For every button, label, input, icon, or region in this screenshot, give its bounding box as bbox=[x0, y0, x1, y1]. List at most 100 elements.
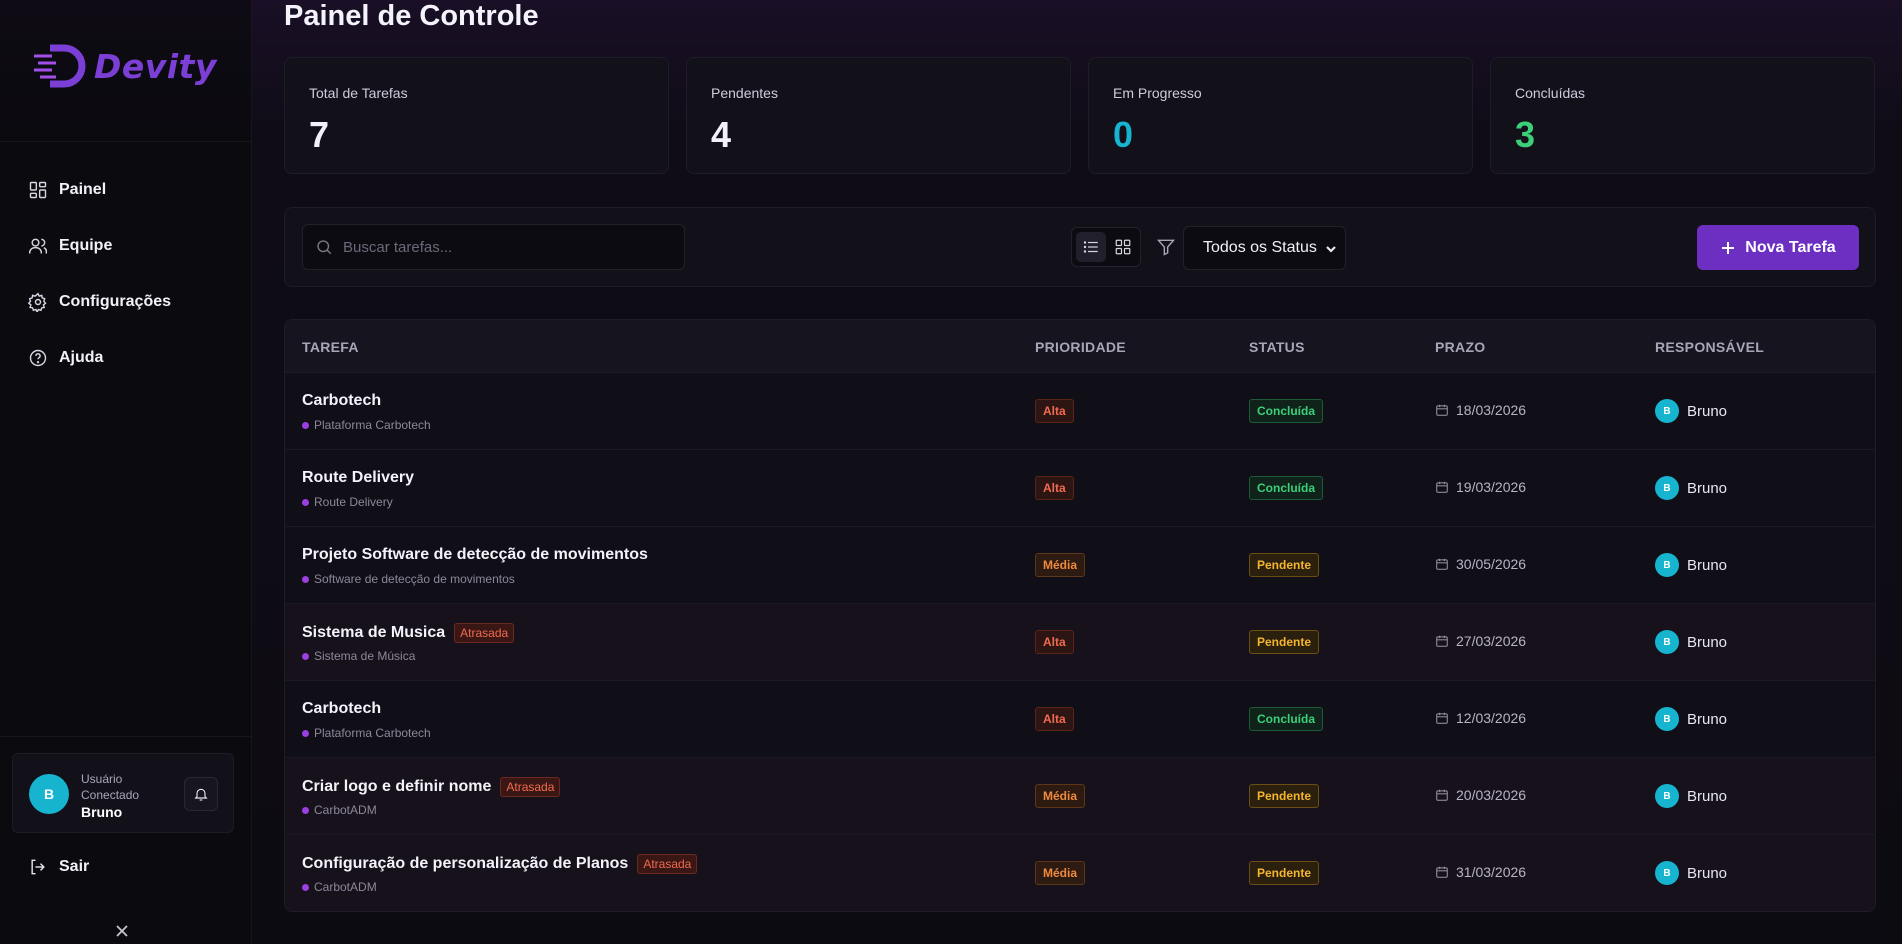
column-header-task[interactable]: TAREFA bbox=[302, 339, 359, 355]
column-header-assignee[interactable]: RESPONSÁVEL bbox=[1655, 339, 1764, 355]
due-date: 20/03/2026 bbox=[1435, 787, 1526, 803]
due-date-text: 31/03/2026 bbox=[1456, 864, 1527, 880]
sidebar-item-ajuda[interactable]: Ajuda bbox=[0, 336, 251, 380]
users-icon bbox=[28, 238, 48, 254]
overdue-badge: Atrasada bbox=[637, 854, 698, 874]
list-view-button[interactable] bbox=[1076, 232, 1106, 262]
table-row[interactable]: Criar logo e definir nome Atrasada Carbo… bbox=[285, 758, 1875, 835]
task-title[interactable]: Configuração de personalização de Planos… bbox=[302, 854, 698, 874]
task-project: Route Delivery bbox=[302, 495, 393, 509]
sidebar-item-label: Ajuda bbox=[59, 349, 104, 366]
assignee-name: Bruno bbox=[1687, 402, 1728, 420]
project-dot-icon bbox=[302, 421, 309, 429]
column-header-due[interactable]: PRAZO bbox=[1435, 339, 1486, 355]
table-row[interactable]: Carbotech Plataforma Carbotech Alta Conc… bbox=[285, 373, 1875, 450]
overdue-badge: Atrasada bbox=[500, 777, 561, 797]
task-title[interactable]: Carbotech bbox=[302, 392, 381, 410]
user-card: B Usuário Conectado Bruno bbox=[12, 753, 234, 833]
task-project-name: Plataforma Carbotech bbox=[314, 726, 431, 740]
sidebar-item-label: Painel bbox=[59, 181, 107, 198]
sidebar-item-configuracoes[interactable]: Configurações bbox=[0, 280, 251, 324]
stat-card-pending: Pendentes 4 bbox=[686, 57, 1071, 174]
logout-button[interactable]: Sair bbox=[28, 857, 89, 877]
table-row[interactable]: Configuração de personalização de Planos… bbox=[285, 835, 1875, 911]
overdue-badge: Atrasada bbox=[454, 623, 515, 643]
search-input[interactable] bbox=[343, 238, 663, 256]
task-title-text: Criar logo e definir nome bbox=[302, 778, 492, 795]
stat-value: 0 bbox=[1113, 114, 1134, 155]
project-dot-icon bbox=[302, 729, 309, 737]
assignee-name: Bruno bbox=[1687, 633, 1728, 651]
stat-card-total: Total de Tarefas 7 bbox=[284, 57, 669, 174]
search-box bbox=[302, 224, 685, 270]
status-badge[interactable]: Pendente bbox=[1249, 784, 1320, 808]
grid-view-button[interactable] bbox=[1108, 232, 1138, 262]
task-project: Plataforma Carbotech bbox=[302, 418, 431, 432]
table-row[interactable]: Carbotech Plataforma Carbotech Alta Conc… bbox=[285, 681, 1875, 758]
status-badge[interactable]: Pendente bbox=[1249, 861, 1320, 885]
task-title[interactable]: Route Delivery bbox=[302, 469, 414, 487]
stat-label: Em Progresso bbox=[1113, 85, 1202, 101]
table-row[interactable]: Route Delivery Route Delivery Alta Concl… bbox=[285, 450, 1875, 527]
task-title-text: Route Delivery bbox=[302, 469, 415, 486]
sidebar: Devity Painel Equipe Configurações Ajuda… bbox=[0, 0, 252, 944]
task-title[interactable]: Carbotech bbox=[302, 700, 381, 718]
sidebar-item-painel[interactable]: Painel bbox=[0, 168, 251, 212]
task-project-name: Plataforma Carbotech bbox=[314, 418, 431, 432]
devity-logo[interactable]: Devity bbox=[32, 44, 217, 88]
status-badge[interactable]: Concluída bbox=[1249, 707, 1324, 731]
project-dot-icon bbox=[302, 498, 309, 506]
status-filter-select[interactable]: Todos os Status bbox=[1183, 226, 1346, 270]
avatar: B bbox=[1655, 399, 1679, 423]
task-table: TAREFA PRIORIDADE STATUS PRAZO RESPONSÁV… bbox=[284, 319, 1876, 912]
view-toggle bbox=[1071, 227, 1141, 267]
sidebar-item-equipe[interactable]: Equipe bbox=[0, 224, 251, 268]
close-sidebar-button[interactable] bbox=[114, 923, 134, 943]
task-project-name: Software de detecção de movimentos bbox=[314, 572, 515, 586]
plus-icon bbox=[1722, 241, 1735, 254]
table-row[interactable]: Projeto Software de detecção de moviment… bbox=[285, 527, 1875, 604]
due-date: 30/05/2026 bbox=[1435, 556, 1526, 572]
stat-value: 3 bbox=[1515, 114, 1536, 155]
sidebar-footer: B Usuário Conectado Bruno Sair bbox=[0, 736, 251, 937]
page-title: Painel de Controle bbox=[284, 0, 539, 32]
logo-area: Devity bbox=[0, 0, 251, 142]
task-title[interactable]: Projeto Software de detecção de moviment… bbox=[302, 546, 648, 564]
assignee: B Bruno bbox=[1655, 630, 1727, 654]
stat-card-completed: Concluídas 3 bbox=[1490, 57, 1875, 174]
sidebar-nav: Painel Equipe Configurações Ajuda bbox=[0, 168, 251, 392]
logout-label: Sair bbox=[59, 858, 90, 875]
assignee-name: Bruno bbox=[1687, 710, 1728, 728]
table-row[interactable]: Sistema de Musica Atrasada Sistema de Mú… bbox=[285, 604, 1875, 681]
new-task-label: Nova Tarefa bbox=[1745, 238, 1836, 256]
task-title-text: Carbotech bbox=[302, 392, 382, 409]
priority-badge: Alta bbox=[1035, 476, 1074, 500]
priority-badge: Média bbox=[1035, 553, 1086, 577]
status-badge[interactable]: Pendente bbox=[1249, 553, 1320, 577]
task-title[interactable]: Sistema de Musica Atrasada bbox=[302, 623, 515, 643]
column-header-status[interactable]: STATUS bbox=[1249, 339, 1305, 355]
new-task-button[interactable]: Nova Tarefa bbox=[1697, 225, 1859, 270]
dashboard-icon bbox=[29, 181, 47, 199]
task-title-text: Sistema de Musica bbox=[302, 624, 446, 641]
task-project: CarbotADM bbox=[302, 880, 377, 894]
task-project-name: Sistema de Música bbox=[314, 649, 416, 663]
stat-label: Concluídas bbox=[1515, 85, 1586, 101]
calendar-icon bbox=[1436, 558, 1448, 570]
status-badge[interactable]: Pendente bbox=[1249, 630, 1320, 654]
task-project: Plataforma Carbotech bbox=[302, 726, 431, 740]
column-header-priority[interactable]: PRIORIDADE bbox=[1035, 339, 1126, 355]
filter-icon bbox=[1156, 237, 1176, 262]
priority-badge: Média bbox=[1035, 861, 1086, 885]
assignee: B Bruno bbox=[1655, 861, 1727, 885]
status-badge[interactable]: Concluída bbox=[1249, 399, 1324, 423]
due-date-text: 20/03/2026 bbox=[1456, 787, 1527, 803]
status-badge[interactable]: Concluída bbox=[1249, 476, 1324, 500]
notifications-button[interactable] bbox=[184, 777, 218, 811]
task-title[interactable]: Criar logo e definir nome Atrasada bbox=[302, 777, 561, 797]
assignee: B Bruno bbox=[1655, 476, 1727, 500]
calendar-icon bbox=[1436, 712, 1448, 724]
due-date: 27/03/2026 bbox=[1435, 633, 1526, 649]
sidebar-item-label: Configurações bbox=[59, 293, 172, 310]
assignee-name: Bruno bbox=[1687, 787, 1728, 805]
